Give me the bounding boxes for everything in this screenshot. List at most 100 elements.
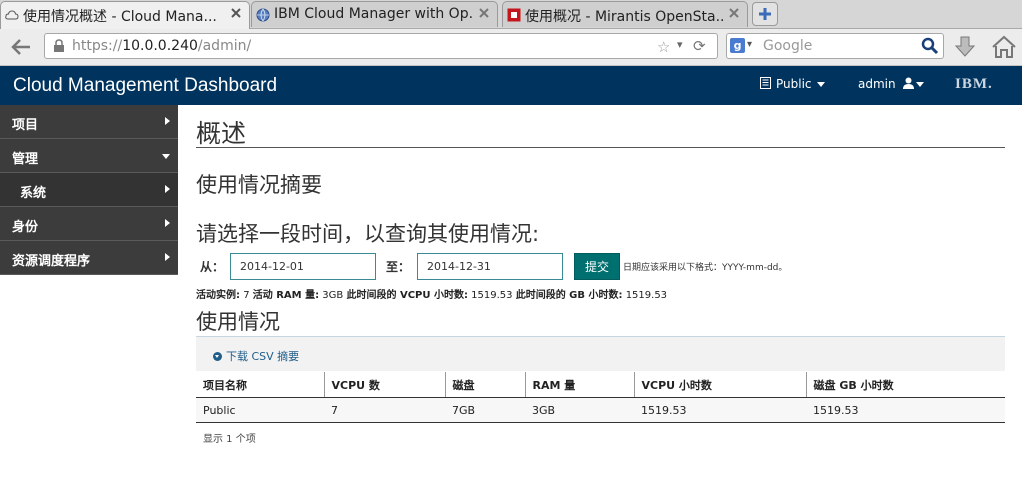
search-placeholder: Google: [763, 38, 813, 54]
period-select-heading: 请选择一段时间，以查询其使用情况:: [196, 222, 540, 246]
table-actions-bar: 下载 CSV 摘要: [196, 337, 1005, 371]
chevron-right-icon: [165, 117, 170, 125]
tab-title: 使用概况 - Mirantis OpenSta...: [525, 9, 723, 25]
submit-button[interactable]: 提交: [574, 253, 620, 280]
sidebar-item-system[interactable]: 系统: [0, 173, 178, 207]
start-date-field[interactable]: [230, 253, 376, 280]
cell-disk: 7GB: [445, 397, 525, 423]
active-instances-value: 7: [243, 290, 250, 301]
column-header-vcpu-hours[interactable]: VCPU 小时数: [633, 372, 806, 398]
url-host: 10.0.0.240: [122, 38, 198, 54]
mirantis-icon: [507, 8, 521, 22]
globe-icon: [256, 8, 270, 22]
download-icon: [213, 352, 222, 361]
date-format-hint: 日期应该采用以下格式：YYYY-mm-dd。: [623, 263, 788, 273]
page-title: 概述: [196, 119, 247, 148]
engine-dropdown-icon[interactable]: ▾: [747, 39, 752, 50]
column-header-ram[interactable]: RAM 量: [524, 372, 634, 398]
tab-title: 使用情况概述 - Cloud Mana...: [23, 9, 217, 25]
browser-tab-bar: 使用情况概述 - Cloud Mana... IBM Cloud Manager…: [0, 0, 1022, 29]
download-icon[interactable]: [952, 34, 978, 60]
active-ram-value: 3GB: [322, 290, 344, 301]
cell-project-name: Public: [196, 397, 324, 423]
sidebar-item-identity[interactable]: 身份: [0, 207, 178, 241]
url-scheme: https://: [72, 38, 123, 54]
vcpu-hours-value: 1519.53: [471, 290, 513, 301]
new-tab-button[interactable]: [752, 2, 778, 26]
lock-icon: [54, 39, 64, 52]
usage-heading: 使用情况: [196, 310, 280, 334]
sidebar-item-label: 系统: [20, 186, 47, 201]
usage-table: 项目名称 VCPU 数 磁盘 RAM 量 VCPU 小时数 磁盘 GB 小时数 …: [196, 372, 1005, 423]
table-item-count: 显示 1 个项: [203, 434, 256, 445]
table-header-row: 项目名称 VCPU 数 磁盘 RAM 量 VCPU 小时数 磁盘 GB 小时数: [196, 372, 1005, 398]
sidebar-item-label: 管理: [12, 152, 39, 167]
sidebar-item-label: 资源调度程序: [12, 254, 91, 269]
reload-icon[interactable]: ⟳: [693, 37, 706, 55]
sidebar-item-resource-scheduler[interactable]: 资源调度程序: [0, 241, 178, 275]
ibm-logo: IBM.: [955, 76, 993, 92]
close-tab-icon[interactable]: [477, 6, 491, 20]
usage-stats: 活动实例: 7 活动 RAM 量: 3GB 此时间段的 VCPU 小时数: 15…: [196, 286, 667, 301]
search-icon[interactable]: [921, 37, 939, 55]
sidebar-item-project[interactable]: 项目: [0, 105, 178, 139]
browser-nav-bar: https://10.0.0.240/admin/ ☆ ▾ ⟳ g ▾ Goog…: [0, 29, 1022, 66]
end-date-field[interactable]: [417, 253, 563, 280]
app-title[interactable]: Cloud Management Dashboard: [13, 75, 277, 97]
close-tab-icon[interactable]: [727, 6, 741, 20]
cell-vcpus: 7: [324, 397, 445, 423]
url-bar[interactable]: https://10.0.0.240/admin/ ☆ ▾ ⟳: [44, 33, 718, 59]
browser-tab-ibm-cloud-manager[interactable]: IBM Cloud Manager with Op...: [251, 1, 498, 27]
plus-icon: [759, 8, 771, 20]
download-csv-label: 下载 CSV 摘要: [226, 350, 300, 363]
project-switcher[interactable]: Public: [760, 77, 825, 91]
sidebar: 项目 管理 系统 身份 资源调度程序: [0, 105, 178, 275]
cell-ram: 3GB: [525, 397, 634, 423]
sidebar-item-admin[interactable]: 管理: [0, 139, 178, 173]
start-date-label: 从：: [200, 260, 225, 274]
column-header-disk-gb-hours[interactable]: 磁盘 GB 小时数: [805, 372, 1005, 398]
cloud-icon: [5, 10, 19, 20]
home-icon[interactable]: [990, 34, 1018, 60]
chevron-down-icon: [162, 154, 170, 159]
download-csv-link[interactable]: 下载 CSV 摘要: [213, 348, 299, 364]
cell-vcpu-hours: 1519.53: [634, 397, 806, 423]
url-path: /admin/: [197, 38, 252, 54]
column-header-project-name[interactable]: 项目名称: [196, 372, 324, 398]
back-arrow-icon[interactable]: [6, 35, 34, 59]
bookmark-star-icon[interactable]: ☆: [657, 38, 670, 56]
url-dropdown-icon[interactable]: ▾: [677, 38, 683, 51]
gb-hours-value: 1519.53: [625, 290, 668, 301]
tab-title: IBM Cloud Manager with Op...: [274, 6, 473, 22]
active-instances-label: 活动实例:: [196, 290, 240, 301]
browser-tab-usage-overview[interactable]: 使用情况概述 - Cloud Mana...: [0, 1, 250, 29]
column-header-disk[interactable]: 磁盘: [444, 372, 525, 398]
chevron-right-icon: [165, 219, 170, 227]
title-divider: [196, 147, 1005, 148]
close-tab-icon[interactable]: [229, 6, 243, 20]
user-icon: [903, 77, 915, 89]
vcpu-hours-label: 此时间段的 VCPU 小时数:: [346, 290, 468, 301]
url-text: https://10.0.0.240/admin/: [72, 38, 251, 54]
cell-disk-gb-hours: 1519.53: [806, 397, 1005, 423]
usage-summary-heading: 使用情况摘要: [196, 173, 322, 197]
active-ram-label: 活动 RAM 量:: [252, 290, 320, 301]
project-list-icon: [760, 77, 771, 89]
gb-hours-label: 此时间段的 GB 小时数:: [515, 290, 623, 301]
project-name: Public: [776, 77, 812, 91]
chevron-down-icon: [816, 82, 825, 87]
column-header-vcpus[interactable]: VCPU 数: [323, 372, 445, 398]
chevron-right-icon: [165, 185, 170, 193]
google-engine-icon[interactable]: g: [730, 38, 745, 53]
search-bar[interactable]: g ▾ Google: [726, 33, 944, 59]
user-name: admin: [858, 77, 896, 91]
sidebar-item-label: 身份: [12, 220, 39, 235]
chevron-down-icon: [916, 82, 925, 87]
end-date-label: 至：: [386, 260, 411, 274]
app-header: Cloud Management Dashboard Public admin …: [0, 66, 1022, 105]
browser-tab-mirantis-usage[interactable]: 使用概况 - Mirantis OpenSta...: [502, 1, 748, 27]
sidebar-item-label: 项目: [12, 118, 39, 133]
table-row: Public 7 7GB 3GB 1519.53 1519.53: [196, 397, 1005, 423]
chevron-right-icon: [165, 253, 170, 261]
user-menu[interactable]: admin: [858, 77, 925, 91]
